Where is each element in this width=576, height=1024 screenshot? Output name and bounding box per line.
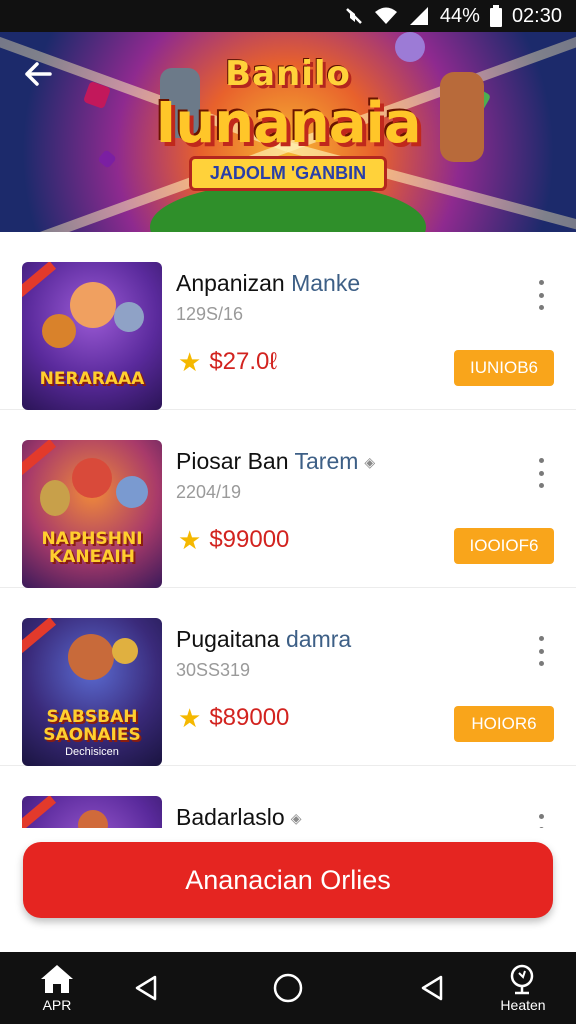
- item-action-button[interactable]: HOIOR6: [454, 706, 554, 742]
- item-title: Pugaitana damra: [176, 626, 352, 652]
- cta-container: Ananacian Orlies: [0, 828, 576, 952]
- thumbnail-title: SABSBAH SAONAIES: [43, 707, 141, 745]
- item-subtitle: 129S/16: [176, 304, 244, 324]
- hero-title-sub: JADOLM 'GANBIN: [188, 156, 388, 191]
- item-price-row: ★ $27.0ℓ: [178, 348, 277, 376]
- star-icon: ★: [178, 525, 202, 555]
- item-action-button[interactable]: IUNIOB6: [454, 350, 554, 386]
- more-options-icon[interactable]: [534, 458, 548, 488]
- app-screen: 44% 02:30 Banilo Iunanaia JADOLM 'GANBIN: [0, 0, 576, 1024]
- hero-banner: Banilo Iunanaia JADOLM 'GANBIN: [0, 32, 576, 232]
- list-item[interactable]: NAPHSHNI KANEAIH Piosar Ban Tarem ◈ 2204/…: [0, 410, 576, 588]
- back-button[interactable]: [18, 54, 58, 94]
- mute-icon: [344, 6, 364, 26]
- item-title: Badarlaslo ◈: [176, 804, 302, 830]
- list-item[interactable]: SABSBAH SAONAIES Dechisicen Pugaitana da…: [0, 588, 576, 766]
- thumbnail-title: NERARAAA: [39, 369, 145, 389]
- back-triangle-icon: [135, 975, 157, 1001]
- item-title: Piosar Ban Tarem ◈: [176, 448, 376, 474]
- item-action-button[interactable]: IOOIOF6: [454, 528, 554, 564]
- item-title-accent: damra: [285, 626, 352, 652]
- item-subtitle: 2204/19: [176, 482, 242, 502]
- nav-search-label: Heaten: [500, 997, 546, 1013]
- status-bar: 44% 02:30: [0, 0, 576, 32]
- hero-title-top: Banilo: [225, 54, 351, 94]
- list-item[interactable]: NERARAAA Anpanizan Manke 129S/16 ★ $27.0…: [0, 232, 576, 410]
- search-icon: [510, 964, 534, 995]
- primary-cta-button[interactable]: Ananacian Orlies: [23, 842, 553, 918]
- nav-home[interactable]: APR: [30, 952, 84, 1024]
- star-icon: ★: [178, 347, 202, 377]
- item-price: $89000: [209, 704, 290, 731]
- nav-back[interactable]: [124, 952, 168, 1024]
- game-thumbnail: SABSBAH SAONAIES Dechisicen: [22, 618, 162, 766]
- home-circle-icon: [273, 973, 303, 1003]
- item-title-accent: Tarem: [294, 448, 359, 474]
- wifi-icon: [374, 6, 398, 26]
- star-icon: ★: [178, 703, 202, 733]
- left-triangle-icon: [421, 975, 443, 1001]
- item-price-row: ★ $99000: [178, 526, 289, 554]
- more-options-icon[interactable]: [534, 280, 548, 310]
- hero-title-block: Banilo Iunanaia JADOLM 'GANBIN: [138, 54, 438, 214]
- item-title: Anpanizan Manke: [176, 270, 361, 296]
- signal-icon: [408, 6, 430, 26]
- item-price: $99000: [209, 526, 290, 553]
- navigation-bar: APR Heaten: [0, 952, 576, 1024]
- nav-recent[interactable]: [410, 952, 454, 1024]
- item-title-accent: Manke: [291, 270, 361, 296]
- item-subtitle: 30SS319: [176, 660, 251, 680]
- diamond-tag-icon: ◈: [290, 810, 302, 827]
- game-thumbnail: NAPHSHNI KANEAIH: [22, 440, 162, 588]
- battery-icon: [489, 5, 502, 27]
- game-thumbnail: NERARAAA: [22, 262, 162, 410]
- item-price: $27.0ℓ: [209, 348, 278, 375]
- more-options-icon[interactable]: [534, 636, 548, 666]
- battery-percent: 44%: [439, 4, 480, 27]
- item-price-row: ★ $89000: [178, 704, 289, 732]
- back-arrow-icon: [25, 62, 52, 86]
- nav-home-circle[interactable]: [266, 952, 310, 1024]
- diamond-tag-icon: ◈: [364, 454, 376, 471]
- home-icon: [41, 965, 73, 993]
- clock: 02:30: [511, 4, 562, 27]
- thumbnail-title: NAPHSHNI KANEAIH: [41, 529, 143, 567]
- nav-search[interactable]: Heaten: [490, 952, 556, 1024]
- nav-home-label: APR: [42, 997, 72, 1013]
- hero-title-main: Iunanaia: [155, 91, 422, 156]
- thumbnail-subtitle: Dechisicen: [65, 746, 119, 758]
